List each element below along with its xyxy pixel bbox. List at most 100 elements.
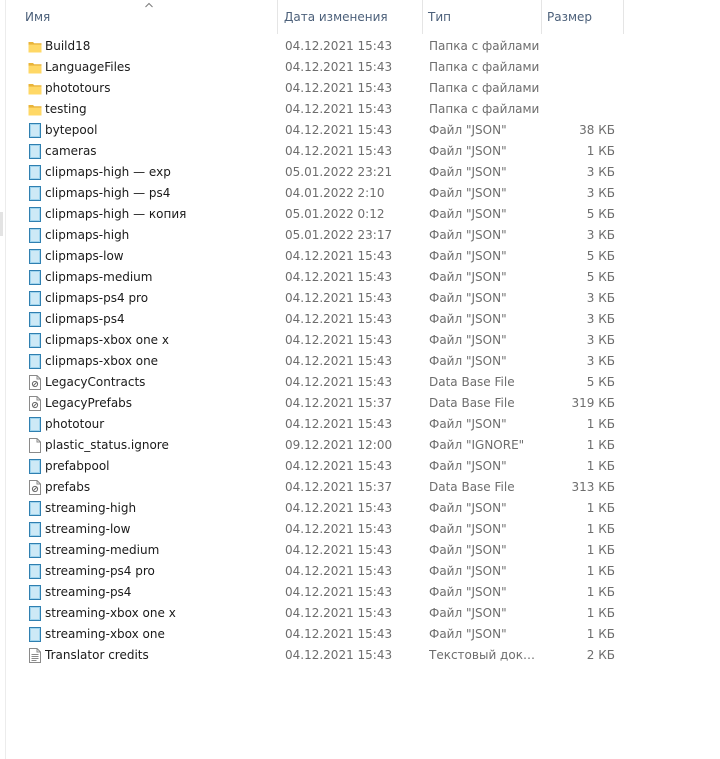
file-type: Файл "JSON" bbox=[429, 270, 507, 284]
json-file-icon bbox=[28, 627, 42, 642]
file-row[interactable]: bytepool 04.12.2021 15:43 Файл "JSON" 38 КБ bbox=[20, 120, 624, 141]
file-row[interactable]: streaming-ps4 pro 04.12.2021 15:43 Файл "J… bbox=[20, 561, 624, 582]
file-size: 5 КБ bbox=[586, 249, 615, 263]
file-date-modified: 04.12.2021 15:43 bbox=[285, 585, 393, 599]
file-row[interactable]: testing 04.12.2021 15:43 Папка с файлами bbox=[20, 99, 624, 120]
file-row[interactable]: clipmaps-medium 04.12.2021 15:43 Файл "JSO… bbox=[20, 267, 624, 288]
file-date-modified: 04.12.2021 15:43 bbox=[285, 102, 393, 116]
file-type: Файл "JSON" bbox=[429, 207, 507, 221]
folder-icon bbox=[28, 81, 42, 96]
file-row[interactable]: clipmaps-low 04.12.2021 15:43 Файл "JSON" 5… bbox=[20, 246, 624, 267]
column-header-type[interactable]: Тип bbox=[423, 0, 542, 34]
database-file-icon bbox=[28, 396, 42, 411]
blank-file-icon bbox=[28, 438, 42, 453]
file-date-modified: 04.12.2021 15:43 bbox=[285, 606, 393, 620]
file-row[interactable]: clipmaps-xbox one 04.12.2021 15:43 Файл "J… bbox=[20, 351, 624, 372]
file-type: Файл "JSON" bbox=[429, 459, 507, 473]
file-name: phototour bbox=[45, 417, 105, 431]
file-row[interactable]: LegacyContracts 04.12.2021 15:43 Data Base… bbox=[20, 372, 624, 393]
file-type: Файл "JSON" bbox=[429, 186, 507, 200]
file-row[interactable]: LanguageFiles 04.12.2021 15:43 Папка с фай… bbox=[20, 57, 624, 78]
database-file-icon bbox=[28, 375, 42, 390]
file-size: 5 КБ bbox=[586, 375, 615, 389]
sort-ascending-icon bbox=[145, 2, 153, 8]
file-type: Файл "IGNORE" bbox=[429, 438, 525, 452]
file-row[interactable]: prefabs 04.12.2021 15:37 Data Base File 313… bbox=[20, 477, 624, 498]
json-file-icon bbox=[28, 522, 42, 537]
file-type: Файл "JSON" bbox=[429, 333, 507, 347]
file-date-modified: 04.12.2021 15:43 bbox=[285, 312, 393, 326]
json-file-icon bbox=[28, 270, 42, 285]
file-name: prefabs bbox=[45, 480, 91, 494]
json-file-icon bbox=[28, 564, 42, 579]
file-row[interactable]: plastic_status.ignore 09.12.2021 12:00 Фай… bbox=[20, 435, 624, 456]
file-row[interactable]: streaming-high 04.12.2021 15:43 Файл "JSON… bbox=[20, 498, 624, 519]
file-name: streaming-medium bbox=[45, 543, 160, 557]
json-file-icon bbox=[28, 291, 42, 306]
column-header-type-label: Тип bbox=[428, 10, 451, 24]
json-file-icon bbox=[28, 144, 42, 159]
file-row[interactable]: LegacyPrefabs 04.12.2021 15:37 Data Base F… bbox=[20, 393, 624, 414]
file-explorer: Имя Дата изменения Тип Размер Build18 04.… bbox=[0, 0, 720, 759]
file-name: Translator credits bbox=[45, 648, 149, 662]
file-row[interactable]: streaming-ps4 04.12.2021 15:43 Файл "JSON"… bbox=[20, 582, 624, 603]
json-file-icon bbox=[28, 585, 42, 600]
folder-icon bbox=[28, 60, 42, 75]
file-size: 1 КБ bbox=[586, 459, 615, 473]
file-size: 1 КБ bbox=[586, 438, 615, 452]
file-size: 3 КБ bbox=[586, 312, 615, 326]
file-row[interactable]: clipmaps-xbox one x 04.12.2021 15:43 Файл … bbox=[20, 330, 624, 351]
file-size: 1 КБ bbox=[586, 144, 615, 158]
file-row[interactable]: clipmaps-high 05.01.2022 23:17 Файл "JSON"… bbox=[20, 225, 624, 246]
file-date-modified: 04.12.2021 15:43 bbox=[285, 291, 393, 305]
json-file-icon bbox=[28, 606, 42, 621]
json-file-icon bbox=[28, 333, 42, 348]
file-row[interactable]: streaming-xbox one x 04.12.2021 15:43 Файл… bbox=[20, 603, 624, 624]
file-date-modified: 05.01.2022 0:12 bbox=[285, 207, 385, 221]
file-name: plastic_status.ignore bbox=[45, 438, 169, 452]
json-file-icon bbox=[28, 459, 42, 474]
file-row[interactable]: clipmaps-ps4 pro 04.12.2021 15:43 Файл "JS… bbox=[20, 288, 624, 309]
file-row[interactable]: streaming-xbox one 04.12.2021 15:43 Файл "… bbox=[20, 624, 624, 645]
navigation-pane-edge[interactable] bbox=[0, 0, 6, 759]
file-row[interactable]: phototour 04.12.2021 15:43 Файл "JSON" 1 КБ bbox=[20, 414, 624, 435]
file-row[interactable]: prefabpool 04.12.2021 15:43 Файл "JSON" 1 К… bbox=[20, 456, 624, 477]
file-date-modified: 04.12.2021 15:43 bbox=[285, 501, 393, 515]
file-row[interactable]: clipmaps-high — exp 05.01.2022 23:21 Файл … bbox=[20, 162, 624, 183]
file-date-modified: 04.12.2021 15:43 bbox=[285, 270, 393, 284]
file-row[interactable]: phototours 04.12.2021 15:43 Папка с файлам… bbox=[20, 78, 624, 99]
file-size: 1 КБ bbox=[586, 417, 615, 431]
file-date-modified: 04.12.2021 15:43 bbox=[285, 564, 393, 578]
column-header-size[interactable]: Размер bbox=[542, 0, 624, 34]
file-row[interactable]: streaming-medium 04.12.2021 15:43 Файл "JS… bbox=[20, 540, 624, 561]
database-file-icon bbox=[28, 480, 42, 495]
file-size: 1 КБ bbox=[586, 606, 615, 620]
file-size: 3 КБ bbox=[586, 165, 615, 179]
file-row[interactable]: streaming-low 04.12.2021 15:43 Файл "JSON"… bbox=[20, 519, 624, 540]
file-row[interactable]: Build18 04.12.2021 15:43 Папка с файлами bbox=[20, 36, 624, 57]
file-size: 313 КБ bbox=[571, 480, 615, 494]
file-size bbox=[545, 78, 615, 99]
file-row[interactable]: Translator credits 04.12.2021 15:43 Тексто… bbox=[20, 645, 624, 666]
file-name: phototours bbox=[45, 81, 111, 95]
file-size: 3 КБ bbox=[586, 291, 615, 305]
file-size: 2 КБ bbox=[586, 648, 615, 662]
file-date-modified: 04.12.2021 15:43 bbox=[285, 39, 393, 53]
file-type: Файл "JSON" bbox=[429, 291, 507, 305]
column-header-date[interactable]: Дата изменения bbox=[279, 0, 423, 34]
file-size: 319 КБ bbox=[571, 396, 615, 410]
json-file-icon bbox=[28, 228, 42, 243]
file-date-modified: 04.12.2021 15:43 bbox=[285, 459, 393, 473]
file-date-modified: 04.12.2021 15:43 bbox=[285, 417, 393, 431]
file-name: streaming-ps4 bbox=[45, 585, 132, 599]
file-date-modified: 04.01.2022 2:10 bbox=[285, 186, 385, 200]
file-size: 5 КБ bbox=[586, 207, 615, 221]
pane-splitter-handle[interactable] bbox=[0, 212, 3, 236]
file-type: Файл "JSON" bbox=[429, 501, 507, 515]
column-header-bar: Имя Дата изменения Тип Размер bbox=[20, 0, 624, 34]
file-row[interactable]: cameras 04.12.2021 15:43 Файл "JSON" 1 КБ bbox=[20, 141, 624, 162]
file-row[interactable]: clipmaps-high — ps4 04.01.2022 2:10 Файл "… bbox=[20, 183, 624, 204]
file-size: 1 КБ bbox=[586, 522, 615, 536]
file-row[interactable]: clipmaps-high — копия 05.01.2022 0:12 Файл… bbox=[20, 204, 624, 225]
file-row[interactable]: clipmaps-ps4 04.12.2021 15:43 Файл "JSON" 3… bbox=[20, 309, 624, 330]
